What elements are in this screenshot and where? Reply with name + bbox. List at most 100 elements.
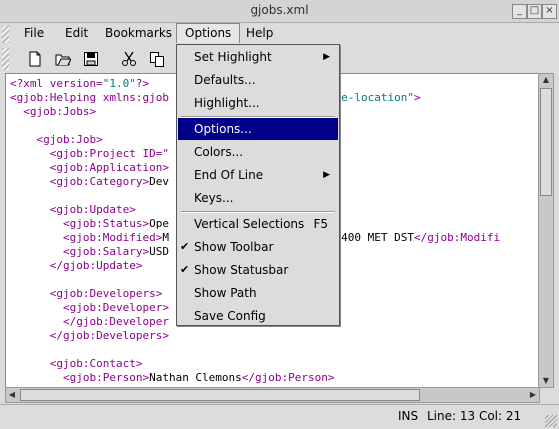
- code-token: USD: [149, 245, 169, 258]
- code-line: <gjob:Person>Nathan Clemons</gjob:Person…: [10, 371, 335, 384]
- vertical-scrollbar[interactable]: ▲ ▼: [538, 73, 554, 388]
- menu-item-keys[interactable]: Keys...: [178, 187, 338, 209]
- menu-bookmarks[interactable]: Bookmarks: [97, 24, 180, 43]
- maximize-button[interactable]: □: [527, 4, 542, 19]
- scroll-down-icon[interactable]: ▼: [540, 375, 552, 387]
- scroll-left-icon[interactable]: ◀: [6, 389, 18, 401]
- menu-item-label: Options...: [194, 122, 252, 136]
- menu-item-label: End Of Line: [194, 168, 264, 182]
- new-file-icon[interactable]: [24, 48, 46, 70]
- code-token: <gjob:Status>: [10, 217, 150, 230]
- code-token: <gjob:Job>: [10, 133, 103, 146]
- code-token: <gjob:Developer>: [10, 301, 169, 314]
- code-line: <gjob:Update>: [10, 203, 136, 216]
- code-token: ?>: [135, 77, 150, 90]
- title-bar[interactable]: gjobs.xml _ □ ×: [0, 0, 559, 23]
- menu-item-label: Show Toolbar: [194, 240, 274, 254]
- menu-file[interactable]: File: [16, 24, 52, 43]
- toolbar-grip[interactable]: [2, 48, 9, 70]
- code-line: <gjob:Project ID=": [10, 147, 169, 160]
- code-token: "1.0": [102, 77, 136, 90]
- cut-icon[interactable]: [118, 48, 140, 70]
- code-token: <gjob:Helping xmlns:gjob: [10, 91, 169, 104]
- code-token: </gjob:Developers>: [10, 329, 169, 342]
- menu-item-defaults[interactable]: Defaults...: [178, 69, 338, 91]
- code-token: <gjob:Modified>: [10, 231, 163, 244]
- menu-item-highlight[interactable]: Highlight...: [178, 92, 338, 114]
- menu-edit[interactable]: Edit: [57, 24, 96, 43]
- menu-accelerator: F5: [313, 217, 328, 231]
- code-token: <?xml version=: [10, 77, 103, 90]
- window-title: gjobs.xml: [250, 3, 309, 17]
- menu-item-save-config[interactable]: Save Config: [178, 305, 338, 327]
- menu-item-label: Set Highlight: [194, 50, 272, 64]
- status-bar: INS Line: 13 Col: 21: [0, 404, 559, 429]
- menu-item-vertical-selections[interactable]: Vertical Selections F5: [178, 213, 338, 235]
- checkmark-icon: ✔: [180, 263, 190, 276]
- menu-item-show-statusbar[interactable]: Show Statusbar ✔: [178, 259, 338, 281]
- code-token: Ope: [149, 217, 169, 230]
- code-line: <gjob:Developer>: [10, 301, 169, 314]
- code-token: >: [414, 91, 421, 104]
- menu-help[interactable]: Help: [238, 24, 281, 43]
- code-line: <gjob:Status>Ope: [10, 217, 169, 230]
- code-token: <gjob:Developers>: [10, 287, 163, 300]
- code-token: <gjob:Category>: [10, 175, 150, 188]
- code-token: </gjob:Modifi: [414, 231, 501, 244]
- options-dropdown-menu: Set Highlight ▶ Defaults... Highlight... Opt…: [176, 44, 340, 326]
- menu-item-show-toolbar[interactable]: Show Toolbar ✔: [178, 236, 338, 258]
- menu-item-label: Defaults...: [194, 73, 256, 87]
- scroll-up-icon[interactable]: ▲: [540, 74, 552, 86]
- minimize-button[interactable]: _: [512, 4, 527, 19]
- code-line: </gjob:Developer: [10, 315, 169, 328]
- code-token: Nathan Clemons: [149, 371, 242, 384]
- code-token: </gjob:Developer: [10, 315, 169, 328]
- code-line: <gjob:Jobs>: [10, 105, 96, 118]
- close-button[interactable]: ×: [542, 4, 557, 19]
- code-token: <gjob:Salary>: [10, 245, 150, 258]
- code-line: <gjob:Developers>: [10, 287, 163, 300]
- copy-icon[interactable]: [146, 48, 168, 70]
- submenu-arrow-icon: ▶: [323, 170, 330, 180]
- code-token: <gjob:Update>: [10, 203, 136, 216]
- save-file-icon[interactable]: [80, 48, 102, 70]
- code-token: <gjob:Person>: [10, 371, 150, 384]
- menu-item-set-highlight[interactable]: Set Highlight ▶: [178, 46, 338, 68]
- code-line: <gjob:Job>: [10, 133, 103, 146]
- menu-item-end-of-line[interactable]: End Of Line ▶: [178, 164, 338, 186]
- menu-item-label: Save Config: [194, 309, 266, 323]
- menu-bar: File Edit Bookmarks Options Help: [0, 23, 559, 45]
- cursor-position: Line: 13 Col: 21: [427, 409, 522, 423]
- code-token: Dev: [149, 175, 169, 188]
- resize-grip-icon[interactable]: [545, 415, 557, 427]
- menubar-grip[interactable]: [2, 25, 9, 43]
- menu-item-label: Highlight...: [194, 96, 260, 110]
- code-token: M: [162, 231, 169, 244]
- horizontal-scroll-thumb[interactable]: [20, 389, 420, 401]
- menu-item-options[interactable]: Options...: [178, 118, 338, 140]
- code-line: </gjob:Developers>: [10, 329, 169, 342]
- code-token: <gjob:Project ID=": [10, 147, 169, 160]
- menu-item-show-path[interactable]: Show Path: [178, 282, 338, 304]
- code-token: <gjob:Application>: [10, 161, 169, 174]
- menu-item-label: Vertical Selections: [194, 217, 305, 231]
- scroll-right-icon[interactable]: ▶: [527, 389, 539, 401]
- menu-item-label: Colors...: [194, 145, 244, 159]
- menu-item-colors[interactable]: Colors...: [178, 141, 338, 163]
- checkmark-icon: ✔: [180, 240, 190, 253]
- vertical-scroll-thumb[interactable]: [540, 88, 552, 196]
- code-line: </gjob:Update>: [10, 259, 143, 272]
- menu-item-label: Show Statusbar: [194, 263, 289, 277]
- code-token: </gjob:Person>: [241, 371, 335, 384]
- code-line: <gjob:Contact>: [10, 357, 143, 370]
- code-token: <gjob:Jobs>: [10, 105, 97, 118]
- code-token: </gjob:Update>: [10, 259, 143, 272]
- menu-item-label: Show Path: [194, 286, 257, 300]
- code-line: <gjob:Salary>USD: [10, 245, 169, 258]
- open-file-icon[interactable]: [52, 48, 74, 70]
- horizontal-scrollbar[interactable]: ◀ ▶: [5, 387, 540, 403]
- insert-mode-indicator: INS: [398, 409, 419, 423]
- menu-options[interactable]: Options: [176, 23, 241, 43]
- submenu-arrow-icon: ▶: [323, 52, 330, 62]
- menu-item-label: Keys...: [194, 191, 234, 205]
